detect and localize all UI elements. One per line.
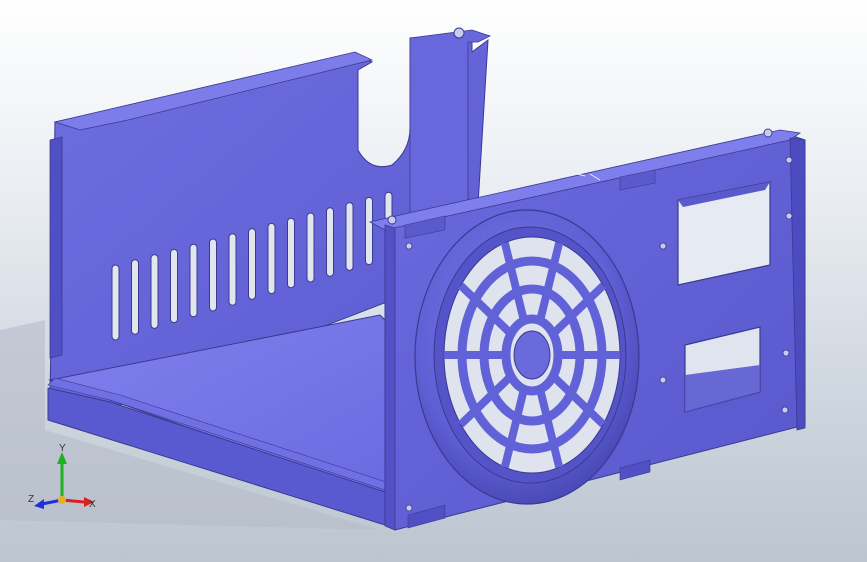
fan-grille[interactable]	[414, 209, 640, 505]
flange-hole-right	[763, 128, 773, 138]
vent-slot	[209, 238, 217, 312]
sheet-metal-chassis-model[interactable]	[0, 0, 867, 562]
front-panel-left-edge	[384, 224, 396, 531]
vent-slot	[365, 196, 373, 266]
graphics-viewport[interactable]: X Y Z	[0, 0, 867, 562]
back-wall-side-lip	[49, 136, 63, 359]
vent-slot	[345, 202, 354, 271]
z-axis-arrow	[34, 499, 44, 509]
triad-origin	[58, 496, 66, 504]
vent-slot	[248, 228, 256, 300]
vent-slot	[189, 243, 198, 318]
z-axis-label: Z	[28, 494, 34, 505]
y-axis-label: Y	[59, 443, 66, 454]
vent-slot	[267, 222, 276, 295]
grille-hub	[513, 330, 551, 380]
vent-slot	[111, 264, 120, 341]
orientation-triad: X Y Z	[28, 443, 96, 510]
tab-hole	[453, 27, 465, 39]
vent-slot	[228, 233, 237, 306]
vent-slot	[326, 207, 334, 277]
vent-slot	[150, 254, 159, 329]
vent-slot	[306, 212, 315, 283]
flange-hole-left	[387, 215, 397, 225]
vent-slot	[287, 217, 295, 289]
vent-slot	[131, 259, 139, 335]
vent-slot	[170, 248, 178, 324]
x-axis-label: X	[89, 499, 96, 510]
